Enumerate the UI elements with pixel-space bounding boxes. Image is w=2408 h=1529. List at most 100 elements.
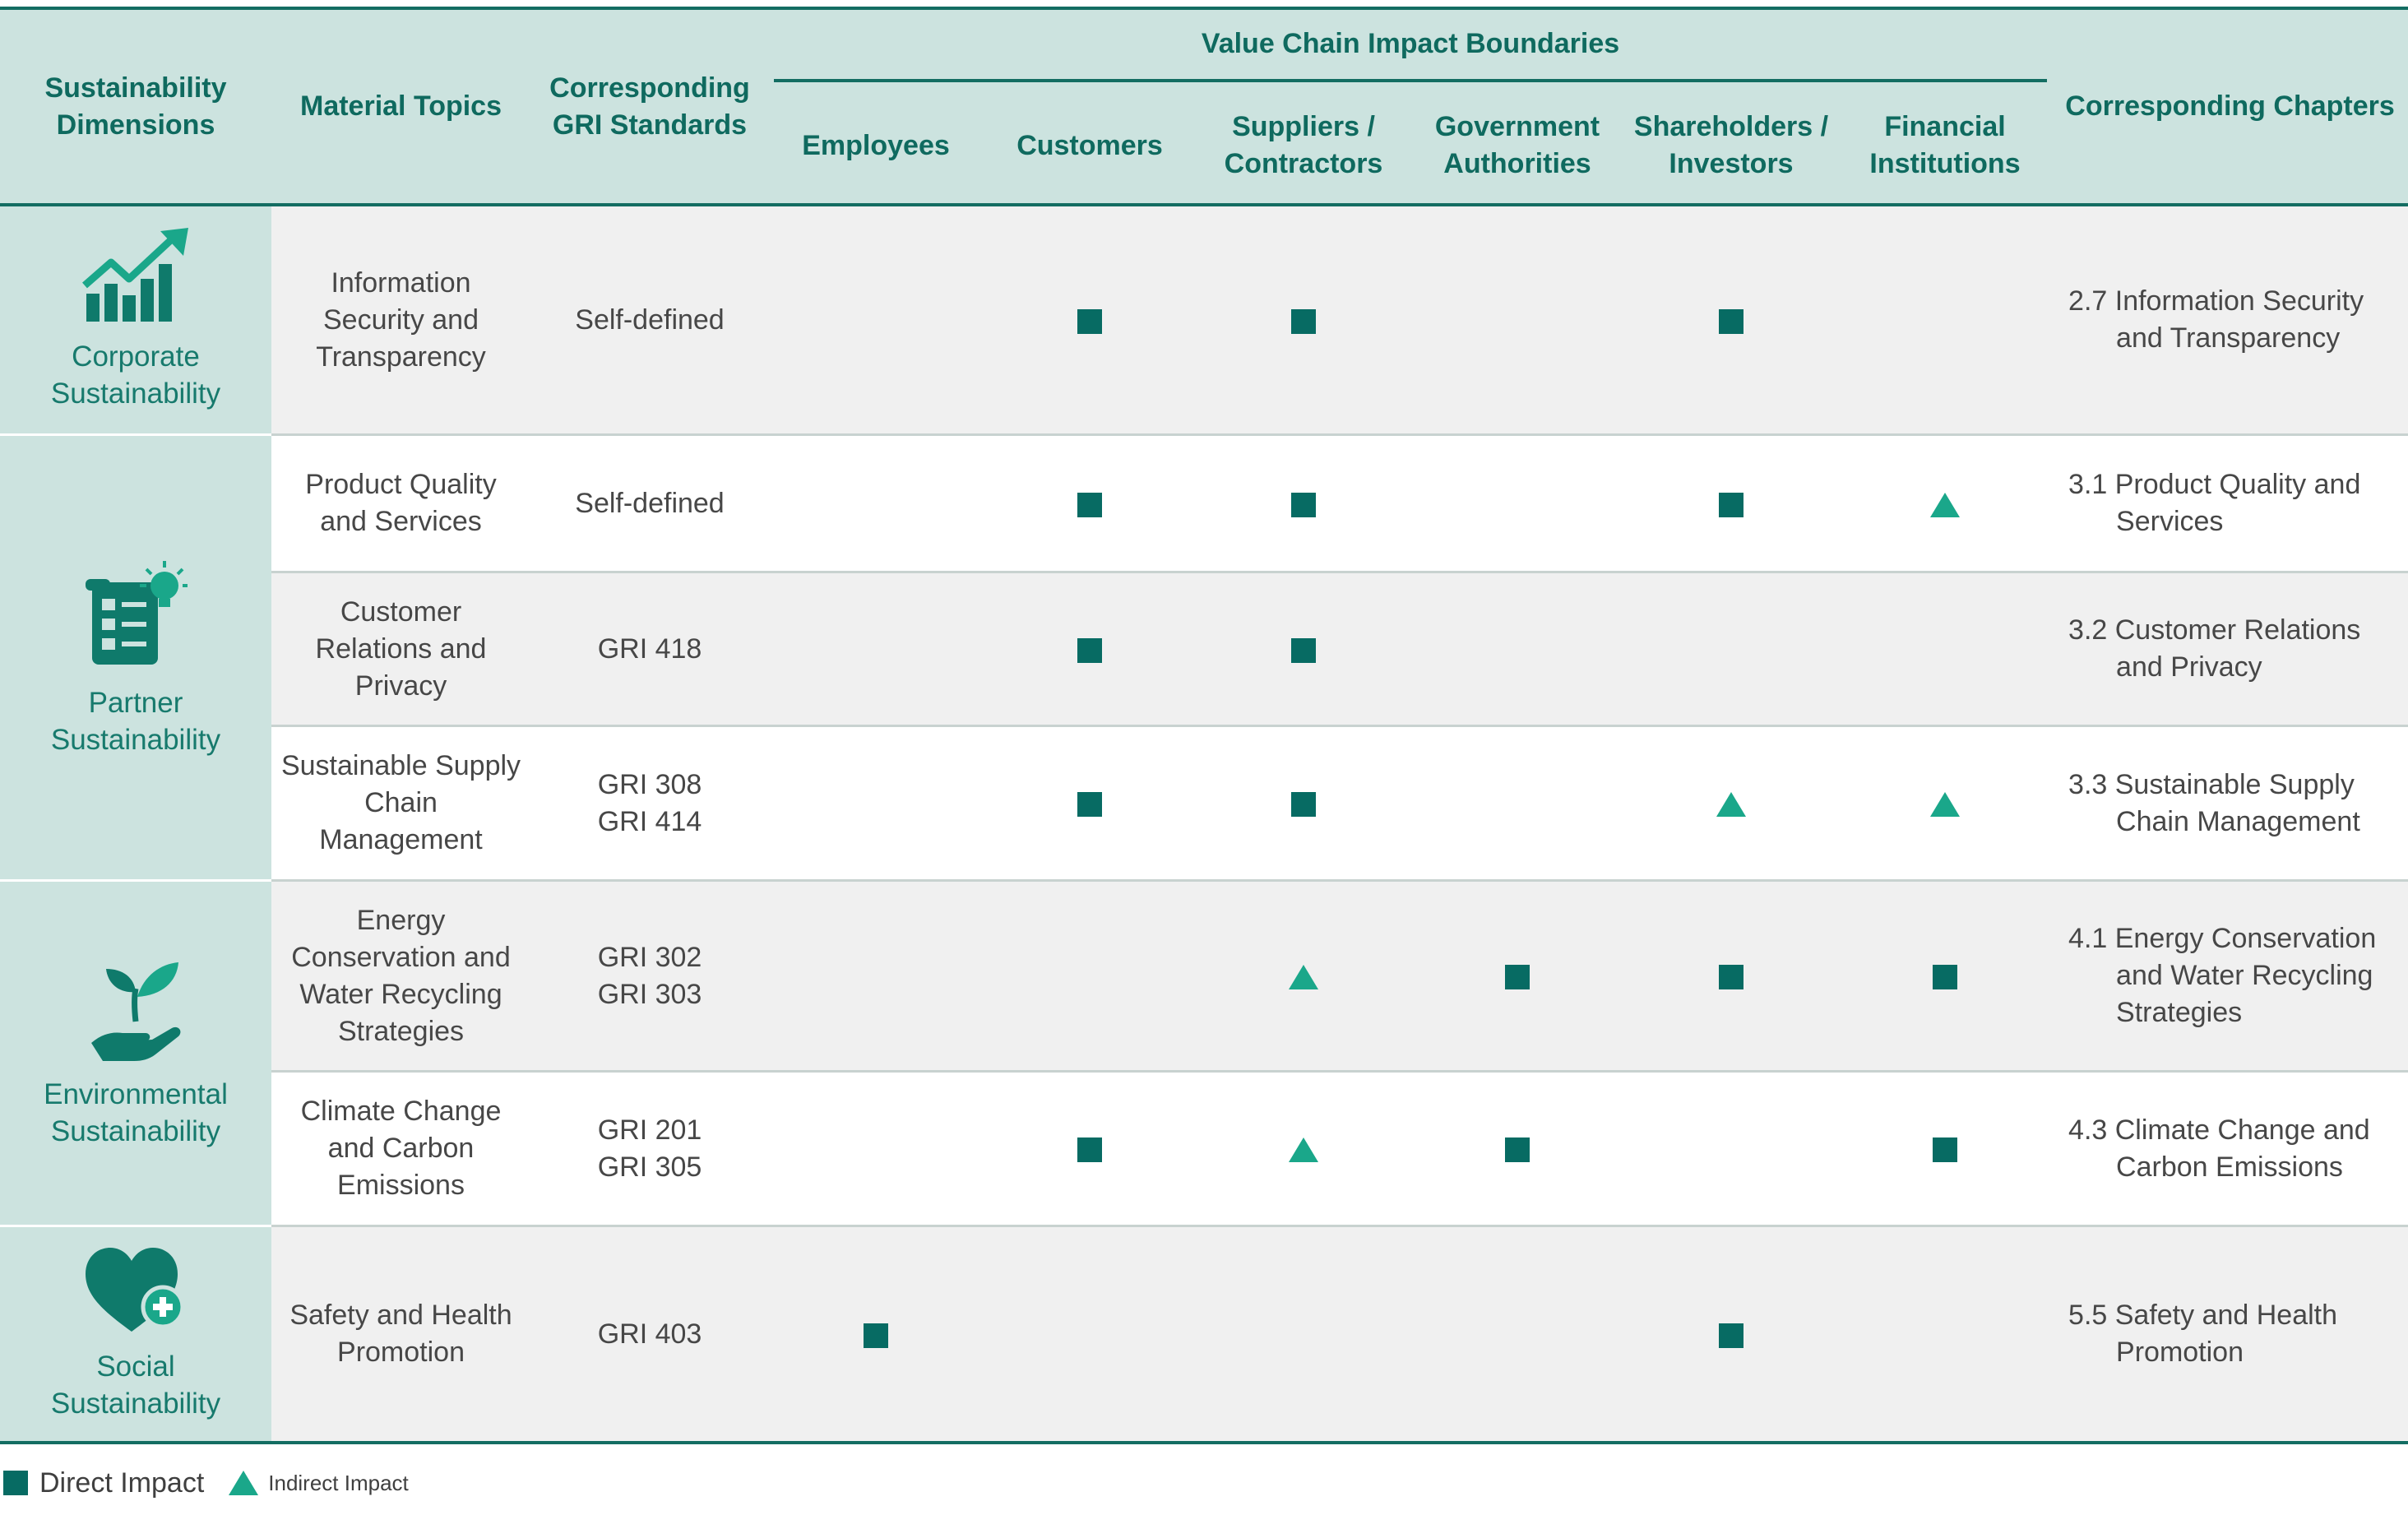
impact-cell-government [1410,571,1624,726]
impact-cell-employees [769,205,983,435]
direct-impact-square-icon [1505,1137,1530,1163]
direct-impact-square-icon [1291,792,1316,818]
header-value-chain: Value Chain Impact Boundaries [769,8,2053,88]
direct-impact-square-icon [1077,1137,1102,1163]
topic-cell: Energy Conservation and Water Recycling … [271,879,530,1072]
indirect-impact-triangle-icon [229,1471,259,1495]
dimension-label-partner: Partner Sustainability [50,686,221,756]
impact-cell-customers [983,725,1197,881]
table-header: Sustainability Dimensions Material Topic… [0,8,2408,205]
heart-plus-icon [86,1248,185,1332]
impact-cell-customers [983,879,1197,1072]
chapter-text: 4.1 Energy Conservation and Water Recycl… [2068,923,2377,1028]
impact-cell-suppliers [1197,879,1410,1072]
header-financial: Financial Institutions [1838,88,2053,205]
table-row: Environmental Sustainability Energy Cons… [0,879,2408,1226]
hand-plant-icon [91,961,181,1061]
direct-impact-square-icon [1719,1323,1743,1348]
gri-line: GRI 303 [597,978,702,1010]
impact-cell-financial [1838,725,2053,881]
legend-indirect-label: Indirect Impact [268,1470,409,1495]
chapter-cell: 2.7 Information Security and Transparenc… [2052,205,2408,435]
chapter-text: 3.1 Product Quality and Services [2068,469,2361,537]
table-row: Corporate Sustainability Information Sec… [0,203,2408,435]
topic-cell: Safety and Health Promotion [271,1225,530,1444]
table-row: Sustainable Supply Chain Management GRI … [0,725,2408,881]
chapter-text: 3.3 Sustainable Supply Chain Management [2068,768,2360,837]
gri-line: GRI 414 [597,805,702,837]
impact-cell-financial [1838,879,2053,1072]
header-dimensions: Sustainability Dimensions [0,8,271,205]
impact-cell-shareholders [1624,725,1838,881]
topic-cell: Sustainable Supply Chain Management [271,725,530,881]
impact-cell-suppliers [1197,433,1410,572]
header-customers: Customers [983,88,1197,205]
chapter-cell: 4.1 Energy Conservation and Water Recycl… [2052,879,2408,1072]
impact-cell-shareholders [1624,433,1838,572]
gri-line: GRI 305 [597,1151,702,1183]
gri-cell: Self-defined [530,205,769,435]
dimension-label-environmental: Environmental Sustainability [44,1077,228,1147]
dimension-cell-partner: Partner Sustainability [0,433,271,881]
dimension-label-social: Social Sustainability [50,1351,221,1420]
impact-cell-employees [769,879,983,1072]
direct-impact-square-icon [1077,492,1102,517]
impact-cell-suppliers [1197,1225,1410,1444]
table-row: Customer Relations and Privacy GRI 418 3… [0,571,2408,726]
header-topics: Material Topics [271,8,530,205]
table-row: Partner Sustainability Product Quality a… [0,433,2408,881]
table-row: Social Sustainability Safety and Health … [0,1225,2408,1444]
impact-cell-shareholders [1624,1070,1838,1226]
direct-impact-square-icon [3,1471,28,1495]
chapter-text: 5.5 Safety and Health Promotion [2068,1300,2338,1368]
materiality-table-container: Sustainability Dimensions Material Topic… [0,7,2408,1444]
direct-impact-square-icon [1291,637,1316,663]
dimension-cell-environmental: Environmental Sustainability [0,879,271,1226]
direct-impact-square-icon [1933,965,1958,990]
impact-cell-government [1410,879,1624,1072]
impact-cell-employees [769,1070,983,1226]
impact-cell-government [1410,1225,1624,1444]
impact-cell-financial [1838,205,2053,435]
header-gri: Corresponding GRI Standards [530,8,769,205]
indirect-impact-triangle-icon [1930,492,1961,517]
gri-cell: GRI 308 GRI 414 [530,725,769,881]
gri-cell: GRI 201 GRI 305 [530,1070,769,1226]
header-chapters: Corresponding Chapters [2052,8,2408,205]
gri-line: GRI 201 [597,1114,702,1146]
direct-impact-square-icon [1077,792,1102,818]
legend: Direct Impact Indirect Impact [3,1466,409,1500]
chapter-text: 2.7 Information Security and Transparenc… [2068,285,2364,354]
impact-cell-government [1410,725,1624,881]
gri-cell: Self-defined [530,433,769,572]
impact-cell-shareholders [1624,571,1838,726]
direct-impact-square-icon [1291,308,1316,334]
impact-cell-shareholders [1624,879,1838,1072]
direct-impact-square-icon [864,1323,888,1348]
impact-cell-financial [1838,433,2053,572]
header-shareholders: Shareholders / Investors [1624,88,1838,205]
direct-impact-square-icon [1719,492,1743,517]
indirect-impact-triangle-icon [1289,965,1318,990]
chapter-text: 3.2 Customer Relations and Privacy [2068,614,2361,683]
topic-cell: Climate Change and Carbon Emissions [271,1070,530,1226]
materiality-table: Sustainability Dimensions Material Topic… [0,7,2408,1444]
direct-impact-square-icon [1077,308,1102,334]
direct-impact-square-icon [1719,965,1743,990]
direct-impact-square-icon [1077,637,1102,663]
table-body: Corporate Sustainability Information Sec… [0,203,2408,1444]
header-suppliers: Suppliers / Contractors [1197,88,1410,205]
direct-impact-square-icon [1505,965,1530,990]
impact-cell-suppliers [1197,725,1410,881]
gri-cell: GRI 418 [530,571,769,726]
chapter-cell: 4.3 Climate Change and Carbon Emissions [2052,1070,2408,1226]
impact-cell-government [1410,1070,1624,1226]
gri-cell: GRI 302 GRI 303 [530,879,769,1072]
legend-direct-label: Direct Impact [39,1466,205,1499]
direct-impact-square-icon [1291,492,1316,517]
impact-cell-customers [983,1225,1197,1444]
topic-cell: Product Quality and Services [271,433,530,572]
impact-cell-customers [983,433,1197,572]
impact-cell-customers [983,1070,1197,1226]
chapter-cell: 3.2 Customer Relations and Privacy [2052,571,2408,726]
